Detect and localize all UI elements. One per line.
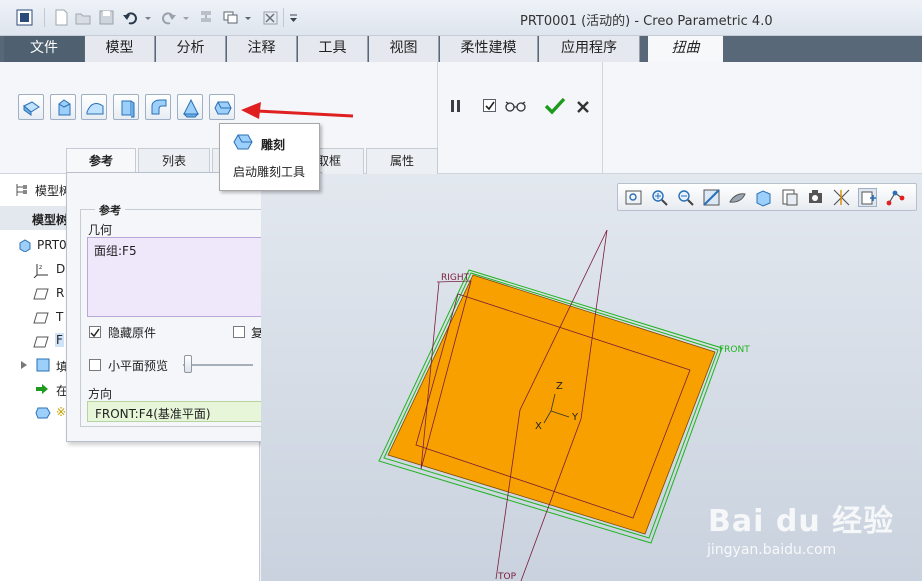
customize-toolbar-icon[interactable] bbox=[288, 9, 299, 26]
hide-original-label: 隐藏原件 bbox=[108, 326, 157, 340]
ok-check-icon[interactable] bbox=[544, 96, 566, 119]
copy-original-checkbox[interactable] bbox=[233, 326, 245, 338]
save-icon[interactable] bbox=[98, 9, 115, 26]
app-icon[interactable] bbox=[16, 9, 33, 26]
expand-arrow-icon[interactable] bbox=[20, 360, 28, 370]
model-tree-icon bbox=[14, 182, 30, 201]
sculpt-feature-icon bbox=[35, 407, 51, 419]
perspective-view-icon[interactable] bbox=[806, 188, 825, 207]
cancel-x-icon[interactable] bbox=[576, 100, 590, 117]
preview-slider-track[interactable] bbox=[183, 364, 253, 366]
datum-display-icon[interactable] bbox=[832, 188, 851, 207]
subtab-properties[interactable]: 属性 bbox=[366, 148, 438, 174]
zoom-in-icon[interactable] bbox=[650, 188, 669, 207]
view-manager-icon[interactable] bbox=[780, 188, 799, 207]
regenerate-icon[interactable] bbox=[198, 9, 215, 26]
tab-model[interactable]: 模型 bbox=[85, 36, 155, 62]
tab-annotate[interactable]: 注释 bbox=[227, 36, 297, 62]
model-tree-column-label: 模型树 bbox=[32, 213, 69, 227]
open-file-icon[interactable] bbox=[75, 9, 92, 26]
pause-icon[interactable] bbox=[449, 98, 463, 117]
warp-tool-button[interactable] bbox=[50, 94, 76, 120]
subtab-list[interactable]: 列表 bbox=[138, 148, 210, 174]
redo-icon[interactable] bbox=[160, 9, 177, 26]
datum-plane-icon bbox=[33, 288, 49, 300]
ribbon-tab-bar: 文件 模型 分析 注释 工具 视图 柔性建模 应用程序 扭曲 bbox=[0, 36, 922, 63]
tree-item-label: PRT0 bbox=[37, 238, 67, 252]
tree-item-label: ※ bbox=[56, 405, 67, 419]
windows-icon[interactable] bbox=[222, 9, 239, 26]
orange-surface bbox=[387, 274, 716, 535]
x-axis-label: X bbox=[535, 421, 542, 432]
small-preview-checkbox[interactable] bbox=[89, 359, 101, 371]
windows-dropdown-icon[interactable] bbox=[244, 9, 253, 26]
tab-applications[interactable]: 应用程序 bbox=[539, 36, 640, 62]
tree-item-label: T bbox=[56, 310, 64, 324]
hide-original-checkbox[interactable] bbox=[89, 326, 101, 338]
refit-icon[interactable] bbox=[624, 188, 643, 207]
preview-checkbox[interactable] bbox=[483, 99, 496, 112]
tab-tools[interactable]: 工具 bbox=[298, 36, 368, 62]
part-icon bbox=[19, 239, 31, 252]
undo-icon[interactable] bbox=[122, 9, 139, 26]
view-toolbar bbox=[617, 183, 917, 211]
preview-slider-thumb[interactable] bbox=[184, 355, 192, 373]
watermark-url: jingyan.baidu.com bbox=[707, 542, 837, 558]
coordinate-system-icon: z bbox=[33, 264, 48, 278]
watermark-text: Bai du 经验 bbox=[708, 504, 895, 539]
geometry-label: 几何 bbox=[88, 223, 113, 237]
glasses-preview-icon[interactable] bbox=[505, 99, 527, 116]
tree-item-label: R bbox=[56, 286, 65, 300]
svg-text:z: z bbox=[39, 264, 42, 271]
repaint-icon[interactable] bbox=[702, 188, 721, 207]
right-plane-label: RIGHT bbox=[441, 273, 470, 283]
insert-here-arrow-icon bbox=[36, 384, 48, 394]
tab-flexible-modeling[interactable]: 柔性建模 bbox=[440, 36, 538, 62]
front-plane-label: FRONT bbox=[719, 345, 750, 355]
title-bar: PRT0001 (活动的) - Creo Parametric 4.0 bbox=[0, 0, 922, 36]
fill-feature-icon bbox=[36, 358, 50, 372]
transform-tool-button[interactable] bbox=[18, 94, 44, 120]
zoom-out-icon[interactable] bbox=[676, 188, 695, 207]
stretch-tool-button[interactable] bbox=[113, 94, 139, 120]
subtab-references[interactable]: 参考 bbox=[66, 148, 136, 174]
window-title: PRT0001 (活动的) - Creo Parametric 4.0 bbox=[520, 14, 773, 29]
direction-label: 方向 bbox=[88, 387, 113, 401]
datum-plane-icon bbox=[33, 312, 49, 324]
redo-dropdown-icon[interactable] bbox=[182, 9, 191, 26]
datum-plane-icon bbox=[33, 336, 49, 348]
geometry-item[interactable]: 面组:F5 bbox=[94, 242, 137, 259]
z-axis-label: Z bbox=[556, 381, 563, 392]
tab-analysis[interactable]: 分析 bbox=[156, 36, 226, 62]
tooltip-description: 启动雕刻工具 bbox=[233, 165, 306, 179]
sculpt-tooltip: 雕刻 启动雕刻工具 bbox=[219, 123, 320, 191]
small-preview-label: 小平面预览 bbox=[108, 359, 169, 373]
tree-item-label: D bbox=[56, 262, 66, 276]
sculpt-icon bbox=[233, 134, 253, 150]
tab-warp[interactable]: 扭曲 bbox=[648, 36, 723, 63]
tab-file[interactable]: 文件 bbox=[4, 36, 84, 62]
close-window-icon[interactable] bbox=[262, 9, 279, 26]
undo-dropdown-icon[interactable] bbox=[144, 9, 153, 26]
bend-tool-button[interactable] bbox=[145, 94, 171, 120]
y-axis-label: Y bbox=[572, 412, 579, 423]
spin-center-icon[interactable] bbox=[858, 188, 877, 207]
graphics-window[interactable]: RIGHT FRONT TOP Z Y X Bai du 经验 jingyan.… bbox=[261, 174, 922, 581]
display-style-icon[interactable] bbox=[728, 188, 747, 207]
top-plane-label: TOP bbox=[498, 572, 517, 581]
tree-item-label: F bbox=[55, 333, 64, 347]
sculpt-tool-button[interactable] bbox=[209, 94, 235, 120]
annotation-display-icon[interactable] bbox=[886, 188, 905, 207]
new-file-icon[interactable] bbox=[53, 9, 70, 26]
references-group-label: 参考 bbox=[95, 202, 125, 218]
spine-tool-button[interactable] bbox=[81, 94, 107, 120]
tab-view[interactable]: 视图 bbox=[369, 36, 439, 62]
tooltip-title: 雕刻 bbox=[261, 138, 286, 152]
saved-orientations-icon[interactable] bbox=[754, 188, 773, 207]
twist-tool-button[interactable] bbox=[177, 94, 203, 120]
